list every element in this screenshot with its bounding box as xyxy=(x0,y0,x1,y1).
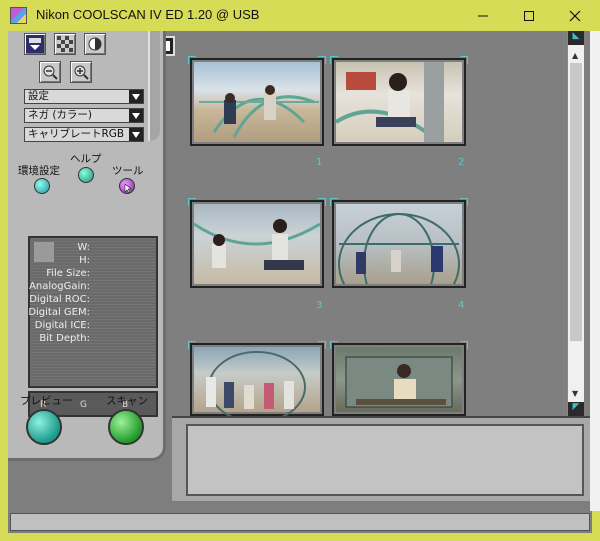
info-thumbnail xyxy=(34,242,54,262)
brightness-button[interactable] xyxy=(84,33,106,55)
dome-climber-image xyxy=(338,213,460,284)
chevron-down-icon xyxy=(129,109,143,122)
scroll-bottom-icon[interactable]: ◤ xyxy=(568,402,584,416)
env-settings-button[interactable] xyxy=(34,178,50,194)
status-bar xyxy=(10,513,590,531)
vertical-scrollbar[interactable]: ▲ ▼ xyxy=(567,31,584,416)
minimize-button[interactable] xyxy=(460,0,506,31)
maximize-button[interactable] xyxy=(506,0,552,31)
crop-corner xyxy=(330,56,338,64)
tools-label: ツール xyxy=(112,165,144,177)
cursor-icon xyxy=(124,183,132,194)
tool-panel: 設定 ネガ (カラー) キャリブレートRGB 環境設定 ヘルプ ツール W: H… xyxy=(8,31,166,461)
info-width-label: W: xyxy=(77,242,90,253)
girl-on-bench-image xyxy=(345,356,453,408)
info-bit-depth-label: Bit Depth: xyxy=(39,333,90,344)
window-title: Nikon COOLSCAN IV ED 1.20 @ USB xyxy=(36,7,260,22)
zoom-out-button[interactable] xyxy=(39,61,61,83)
group-photo-image xyxy=(206,351,306,417)
frame-number: 4 xyxy=(458,300,465,311)
zoom-out-icon xyxy=(43,65,58,80)
chevron-down-icon xyxy=(129,128,143,141)
frame-number: 2 xyxy=(458,157,465,168)
color-mode-dropdown-value: キャリブレートRGB xyxy=(28,128,125,140)
crop-corner xyxy=(188,341,196,349)
scan-icon-button[interactable] xyxy=(24,33,46,55)
rgb-g-label: G xyxy=(80,400,87,410)
checker-icon xyxy=(57,36,73,52)
frame-photo xyxy=(194,204,320,284)
film-type-dropdown-value: ネガ (カラー) xyxy=(28,109,93,121)
message-area xyxy=(186,424,584,496)
crop-corner xyxy=(318,198,326,206)
info-digital-gem-label: Digital GEM: xyxy=(28,307,90,318)
background-window-edge-left xyxy=(0,490,8,510)
settings-dropdown-value: 設定 xyxy=(28,90,49,102)
settings-dropdown[interactable]: 設定 xyxy=(24,89,144,104)
preview-button[interactable] xyxy=(26,409,62,445)
color-mode-dropdown[interactable]: キャリブレートRGB xyxy=(24,127,144,142)
film-frame[interactable] xyxy=(332,200,466,288)
zoom-in-button[interactable] xyxy=(70,61,92,83)
maximize-icon xyxy=(524,10,534,21)
scan-label: スキャン xyxy=(106,395,148,407)
scrollbar-thumb[interactable] xyxy=(570,63,582,341)
title-bar[interactable]: Nikon COOLSCAN IV ED 1.20 @ USB xyxy=(0,0,600,31)
children-sitting-image xyxy=(194,219,320,270)
crop-corner xyxy=(460,341,468,349)
frame-number: 3 xyxy=(316,300,323,311)
scroll-up-icon[interactable]: ▲ xyxy=(572,51,578,60)
info-analog-gain-label: AnalogGain: xyxy=(29,281,90,292)
info-height-label: H: xyxy=(79,255,90,266)
minimize-icon xyxy=(478,15,488,16)
crop-corner xyxy=(318,56,326,64)
scan-button[interactable] xyxy=(108,409,144,445)
crop-corner xyxy=(460,198,468,206)
film-frame[interactable] xyxy=(190,343,324,417)
crop-corner xyxy=(318,341,326,349)
film-frame[interactable] xyxy=(190,58,324,146)
brightness-icon xyxy=(88,37,102,51)
film-frame[interactable] xyxy=(190,200,324,288)
scroll-top-icon[interactable]: ◣ xyxy=(568,31,584,45)
crop-corner xyxy=(460,56,468,64)
crop-corner xyxy=(330,198,338,206)
frame-photo xyxy=(336,204,462,284)
app-window: Nikon COOLSCAN IV ED 1.20 @ USB 1 2 3 4 … xyxy=(0,0,600,541)
scroll-down-icon[interactable]: ▼ xyxy=(572,389,578,398)
image-info-panel: W: H: File Size: AnalogGain: Digital ROC… xyxy=(28,236,158,388)
frame-number: 1 xyxy=(316,157,323,168)
close-icon xyxy=(569,10,581,21)
info-digital-ice-label: Digital ICE: xyxy=(34,320,90,331)
zoom-in-icon xyxy=(74,65,89,80)
tools-button[interactable] xyxy=(119,178,135,194)
checker-button[interactable] xyxy=(54,33,76,55)
film-frame[interactable] xyxy=(332,343,466,416)
preview-label: プレビュー xyxy=(20,395,73,407)
frame-photo xyxy=(336,62,462,142)
help-label: ヘルプ xyxy=(70,153,102,165)
info-file-size-label: File Size: xyxy=(46,268,90,279)
frame-photo xyxy=(336,347,462,412)
scan-icon xyxy=(29,38,41,50)
frame-photo xyxy=(194,62,320,142)
close-button[interactable] xyxy=(552,0,598,31)
crop-corner xyxy=(188,198,196,206)
film-frame[interactable] xyxy=(332,58,466,146)
help-button[interactable] xyxy=(78,167,94,183)
jungle-gym-image xyxy=(199,85,319,138)
film-type-dropdown[interactable]: ネガ (カラー) xyxy=(24,108,144,123)
panel-edge xyxy=(148,31,160,141)
frame-photo xyxy=(194,347,320,417)
info-digital-roc-label: Digital ROC: xyxy=(29,294,90,305)
app-icon xyxy=(10,7,27,24)
lower-panel xyxy=(172,416,590,501)
crop-corner xyxy=(330,341,338,349)
child-on-bars-image xyxy=(336,62,444,142)
env-settings-label: 環境設定 xyxy=(18,165,60,177)
chevron-down-icon xyxy=(129,90,143,103)
crop-corner xyxy=(188,56,196,64)
background-window-edge xyxy=(590,31,600,511)
